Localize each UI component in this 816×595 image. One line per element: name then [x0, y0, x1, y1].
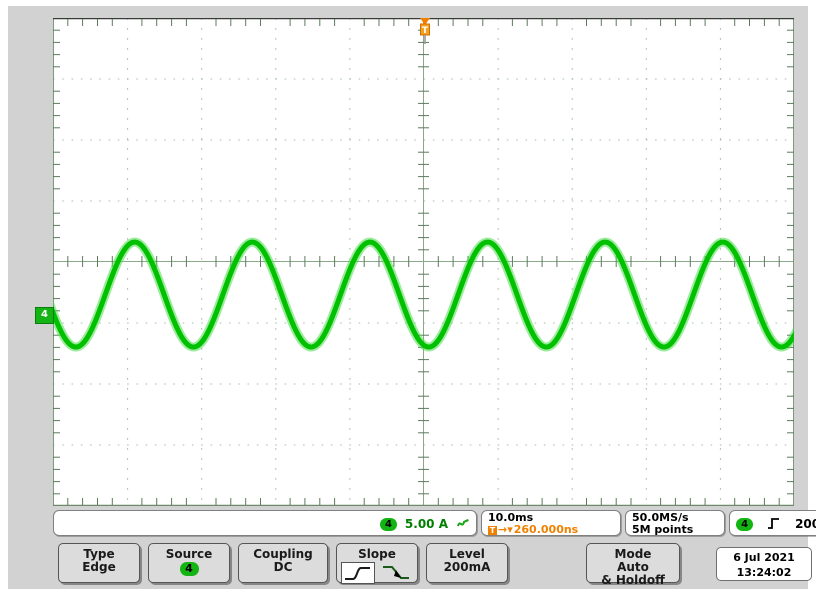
- timebase-values: 10.0ms T →▾ 260.000ns: [488, 512, 578, 536]
- trigger-level-value: 200mA: [795, 517, 816, 531]
- rising-edge-icon: [767, 516, 781, 533]
- waveform-display[interactable]: [53, 18, 794, 506]
- trigger-status-box[interactable]: 4 200mA: [729, 510, 816, 536]
- menu-level-value: 200mA: [443, 560, 491, 574]
- menu-button-coupling[interactable]: Coupling DC: [238, 543, 328, 583]
- oscilloscope-screen: T 4 4 5.00 A 10.0ms T →▾ 260.000ns 50.0M…: [0, 0, 816, 595]
- menu-button-slope[interactable]: Slope: [336, 543, 418, 584]
- menu-coupling-value: DC: [273, 560, 293, 574]
- delay-arrow-icon: →▾: [498, 523, 513, 536]
- menu-button-source[interactable]: Source 4: [148, 543, 230, 583]
- date-text: 6 Jul 2021: [733, 551, 795, 564]
- acquisition-status-box[interactable]: 50.0MS/s 5M points: [625, 510, 725, 536]
- acquisition-values: 50.0MS/s 5M points: [632, 512, 693, 536]
- channel-number-badge[interactable]: 4: [379, 517, 397, 531]
- trigger-delay-icon: T: [488, 525, 497, 535]
- trigger-delay-row: T →▾ 260.000ns: [488, 524, 578, 536]
- trigger-delay-value: 260.000ns: [513, 523, 579, 536]
- memory-depth: 5M points: [632, 523, 694, 536]
- slope-icon-group: [337, 562, 417, 584]
- datetime-display: 6 Jul 2021 13:24:02: [716, 547, 812, 581]
- channel-4-position-marker[interactable]: 4: [35, 307, 54, 324]
- status-bar: 4 5.00 A 10.0ms T →▾ 260.000ns 50.0MS/s …: [53, 510, 816, 536]
- softkey-menu-bar: Type Edge Source 4 Coupling DC Slope Lev…: [16, 543, 816, 591]
- falling-edge-icon[interactable]: [379, 562, 413, 584]
- timebase-status-box[interactable]: 10.0ms T →▾ 260.000ns: [481, 510, 621, 536]
- menu-source-channel-badge: 4: [179, 562, 199, 576]
- trigger-status-row: 4 200mA: [730, 511, 816, 537]
- channel-status-row: 4 5.00 A: [379, 516, 470, 532]
- menu-button-type[interactable]: Type Edge: [58, 543, 140, 583]
- menu-type-value: Edge: [82, 560, 116, 574]
- menu-button-mode[interactable]: Mode Auto & Holdoff: [586, 543, 680, 587]
- time-text: 13:24:02: [736, 566, 792, 579]
- menu-button-level[interactable]: Level 200mA: [426, 543, 508, 583]
- trigger-marker-label: T: [422, 26, 429, 36]
- ac-coupling-icon: [456, 517, 470, 531]
- trigger-source-badge[interactable]: 4: [736, 517, 754, 531]
- menu-mode-value2: & Holdoff: [601, 573, 665, 587]
- channel-status-box[interactable]: 4 5.00 A: [53, 510, 477, 536]
- scope-chassis: T 4 4 5.00 A 10.0ms T →▾ 260.000ns 50.0M…: [8, 6, 816, 589]
- menu-source-title: Source: [165, 547, 213, 561]
- rising-edge-icon[interactable]: [341, 562, 375, 584]
- channel-vertical-scale: 5.00 A: [404, 517, 448, 531]
- trigger-position-marker[interactable]: T: [416, 18, 434, 44]
- menu-slope-title: Slope: [358, 547, 396, 561]
- waveform-trace-channel-4: [53, 237, 794, 352]
